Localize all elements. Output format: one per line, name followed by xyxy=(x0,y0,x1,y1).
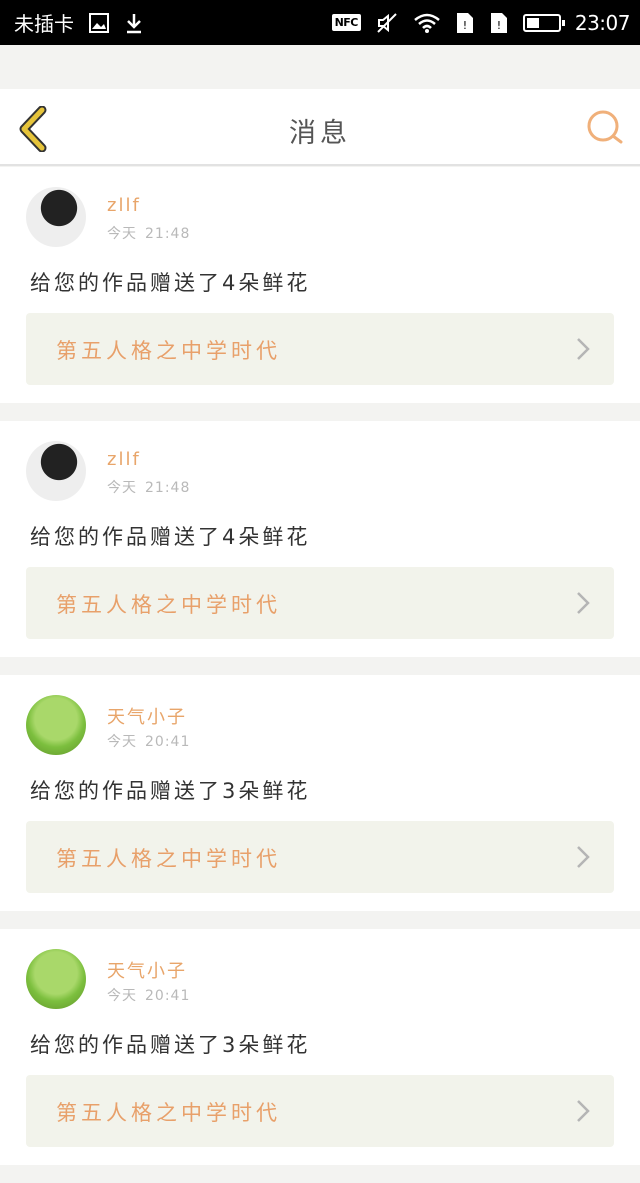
avatar[interactable] xyxy=(26,695,86,755)
search-icon xyxy=(587,110,623,144)
message-card: 天气小子 今天 20:41 给您的作品赠送了3朵鲜花 第五人格之中学时代 xyxy=(0,929,640,1165)
timestamp-day: 今天 xyxy=(107,734,137,750)
search-button[interactable] xyxy=(586,109,624,147)
work-link[interactable]: 第五人格之中学时代 xyxy=(26,821,614,893)
timestamp: 今天 20:41 xyxy=(107,985,190,1005)
sim2-icon: ! xyxy=(489,11,509,35)
message-text: 给您的作品赠送了4朵鲜花 xyxy=(30,525,311,549)
carrier-label: 未插卡 xyxy=(14,12,74,36)
message-card: zllf 今天 21:48 给您的作品赠送了4朵鲜花 第五人格之中学时代 xyxy=(0,167,640,403)
work-title: 第五人格之中学时代 xyxy=(56,339,281,363)
timestamp-time: 21:48 xyxy=(145,480,191,496)
sim1-icon: ! xyxy=(455,11,475,35)
svg-text:!: ! xyxy=(497,19,501,32)
svg-text:!: ! xyxy=(463,19,467,32)
message-list: zllf 今天 21:48 给您的作品赠送了4朵鲜花 第五人格之中学时代 zllf… xyxy=(0,167,640,1183)
top-spacer xyxy=(0,45,640,89)
message-card: zllf 今天 21:48 给您的作品赠送了4朵鲜花 第五人格之中学时代 xyxy=(0,421,640,657)
avatar[interactable] xyxy=(26,187,86,247)
timestamp-time: 21:48 xyxy=(145,226,191,242)
user-name[interactable]: zllf xyxy=(107,195,141,216)
battery-icon xyxy=(522,13,565,32)
clock: 23:07 xyxy=(574,10,631,35)
chevron-right-icon xyxy=(577,846,590,868)
download-icon xyxy=(124,12,144,34)
chevron-right-icon xyxy=(577,338,590,360)
app-header: 消息 xyxy=(0,89,640,166)
mute-icon xyxy=(375,12,399,34)
image-notification-icon xyxy=(88,12,110,34)
chevron-right-icon xyxy=(577,592,590,614)
timestamp-time: 20:41 xyxy=(145,734,191,750)
avatar[interactable] xyxy=(26,949,86,1009)
message-card: 天气小子 今天 20:41 给您的作品赠送了3朵鲜花 第五人格之中学时代 xyxy=(0,675,640,911)
timestamp: 今天 21:48 xyxy=(107,223,190,243)
timestamp: 今天 20:41 xyxy=(107,731,190,751)
nfc-icon: NFC xyxy=(331,14,361,31)
user-name[interactable]: zllf xyxy=(107,449,141,470)
timestamp-day: 今天 xyxy=(107,226,137,242)
work-link[interactable]: 第五人格之中学时代 xyxy=(26,1075,614,1147)
user-name[interactable]: 天气小子 xyxy=(107,957,187,983)
work-title: 第五人格之中学时代 xyxy=(56,593,281,617)
timestamp-day: 今天 xyxy=(107,988,137,1004)
status-bar: 未插卡 NFC ! ! 23:07 xyxy=(0,0,640,45)
user-name[interactable]: 天气小子 xyxy=(107,703,187,729)
chevron-right-icon xyxy=(577,1100,590,1122)
work-title: 第五人格之中学时代 xyxy=(56,1101,281,1125)
page-title: 消息 xyxy=(289,118,351,149)
work-title: 第五人格之中学时代 xyxy=(56,847,281,871)
timestamp-day: 今天 xyxy=(107,480,137,496)
avatar[interactable] xyxy=(26,441,86,501)
work-link[interactable]: 第五人格之中学时代 xyxy=(26,313,614,385)
message-text: 给您的作品赠送了3朵鲜花 xyxy=(30,779,311,803)
timestamp-time: 20:41 xyxy=(145,988,191,1004)
message-text: 给您的作品赠送了3朵鲜花 xyxy=(30,1033,311,1057)
work-link[interactable]: 第五人格之中学时代 xyxy=(26,567,614,639)
wifi-icon xyxy=(413,12,441,34)
message-text: 给您的作品赠送了4朵鲜花 xyxy=(30,271,311,295)
timestamp: 今天 21:48 xyxy=(107,477,190,497)
